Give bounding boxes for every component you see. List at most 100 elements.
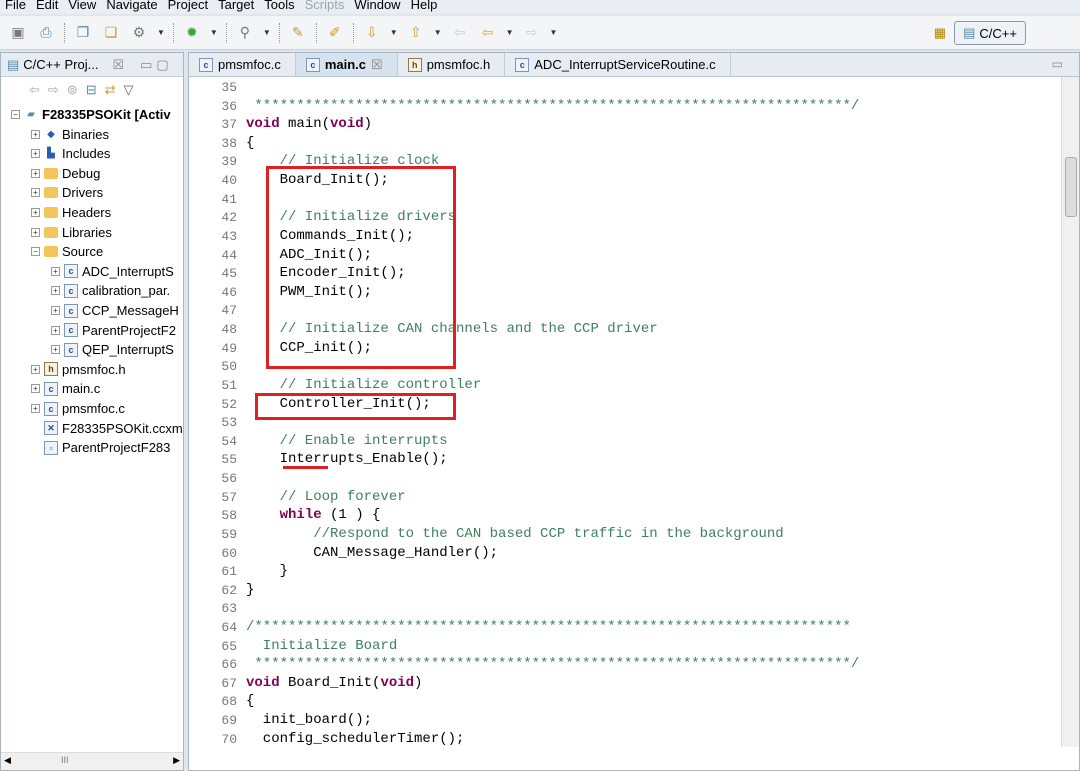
expand-icon[interactable]: + — [31, 208, 40, 217]
line-number: 50 — [221, 359, 237, 375]
minimize-icon[interactable]: ▭ — [140, 57, 152, 73]
close-icon[interactable]: ☒ — [112, 57, 124, 73]
ccxml-file-icon: ✕ — [44, 421, 58, 436]
scroll-right-icon[interactable]: ▶ — [173, 755, 180, 766]
menu-help[interactable]: Help — [406, 0, 443, 14]
horizontal-scrollbar[interactable]: ◀ III ▶ — [1, 752, 183, 770]
tree-item[interactable]: + Drivers — [31, 183, 103, 202]
open-type-icon[interactable]: ✎ — [288, 23, 308, 43]
expand-icon[interactable]: + — [31, 129, 40, 139]
tree-item[interactable]: + c ParentProjectF2 — [51, 321, 176, 340]
minimize-icon[interactable]: ▭ — [1052, 57, 1063, 71]
tree-item[interactable]: + h pmsmfoc.h — [31, 360, 126, 379]
search-icon[interactable]: ⚲ — [235, 23, 255, 43]
print-icon[interactable]: ⎙ — [36, 23, 56, 43]
tree-item[interactable]: + c main.c — [31, 379, 100, 398]
tree-item[interactable]: + ◆ Binaries — [31, 125, 109, 144]
expand-icon[interactable]: + — [31, 384, 40, 394]
code-line: //Respond to the CAN based CCP traffic i… — [246, 525, 784, 542]
next-annotation-icon[interactable]: ⇩ — [362, 23, 382, 43]
expand-icon[interactable]: + — [31, 168, 40, 178]
expand-icon[interactable]: + — [31, 188, 40, 198]
prev-annotation-icon[interactable]: ⇧ — [406, 23, 426, 43]
editor-tab[interactable]: h pmsmfoc.h — [398, 53, 506, 76]
c-file-icon: c — [64, 283, 78, 298]
tree-item-label: pmsmfoc.h — [62, 361, 126, 377]
chevron-down-icon[interactable]: ▼ — [157, 28, 165, 37]
expand-icon[interactable]: + — [31, 364, 40, 374]
scroll-thumb[interactable]: III — [61, 755, 69, 765]
menu-scripts[interactable]: Scripts — [300, 0, 350, 14]
editor-tab[interactable]: c ADC_InterruptServiceRoutine.c — [505, 53, 731, 76]
editor-tab[interactable]: c main.c ☒ — [295, 53, 398, 76]
tree-item[interactable]: + c pmsmfoc.c — [31, 399, 125, 418]
expand-icon[interactable]: + — [31, 149, 40, 159]
expand-icon[interactable]: + — [51, 266, 60, 276]
tree-item[interactable]: + Debug — [31, 164, 100, 183]
code-line: // Loop forever — [246, 488, 406, 505]
chevron-down-icon[interactable]: ▼ — [263, 28, 271, 37]
tree-item[interactable]: + c CCP_MessageH — [51, 301, 179, 320]
line-number: 42 — [221, 210, 237, 226]
menu-tools[interactable]: Tools — [259, 0, 299, 14]
tree-item[interactable]: + c ADC_InterruptS — [51, 262, 174, 281]
chevron-down-icon[interactable]: ▼ — [390, 28, 398, 37]
tree-item[interactable]: + c QEP_InterruptS — [51, 340, 174, 359]
expand-icon[interactable]: + — [51, 325, 60, 335]
maximize-icon[interactable]: ▢ — [156, 57, 168, 73]
chevron-down-icon[interactable]: ▼ — [434, 28, 442, 37]
open-perspective-icon[interactable]: ▦ — [934, 25, 946, 41]
tree-item[interactable]: − Source — [31, 242, 103, 261]
editor-tabs: c pmsmfoc.c c main.c ☒ h pmsmfoc.h c ADC_Interru… — [189, 53, 1079, 77]
tree-item[interactable]: + ▙ Includes — [31, 144, 110, 163]
tree-item[interactable]: ✕ F28335PSOKit.ccxm — [31, 419, 183, 438]
back-icon[interactable]: ⇦ — [478, 23, 498, 43]
debug-icon[interactable]: ✹ — [182, 23, 202, 43]
project-explorer-tab[interactable]: ▤ C/C++ Proj... ☒ ▭ ▢ — [1, 53, 183, 77]
scroll-left-icon[interactable]: ◀ — [4, 755, 11, 766]
link-editor-icon[interactable]: ⇄ — [105, 82, 116, 98]
back-icon[interactable]: ⇦ — [29, 82, 40, 98]
collapse-icon[interactable]: − — [31, 247, 40, 257]
collapse-icon[interactable]: − — [11, 110, 20, 119]
forward-icon[interactable]: ⇨ — [48, 82, 59, 98]
last-edit-icon[interactable]: ⇦ — [450, 23, 470, 43]
line-number: 67 — [221, 675, 237, 691]
tree-item[interactable]: − ▰ F28335PSOKit [Activ — [11, 105, 171, 124]
editor-tab[interactable]: c pmsmfoc.c — [189, 53, 296, 76]
expand-icon[interactable]: + — [51, 286, 60, 296]
expand-icon[interactable]: + — [31, 227, 40, 237]
pen-icon[interactable]: ✐ — [325, 23, 345, 43]
collapse-all-icon[interactable]: ⊟ — [86, 82, 97, 98]
code-line: /***************************************… — [246, 618, 851, 635]
expand-icon[interactable]: + — [31, 404, 40, 413]
import-project-icon[interactable]: ❏ — [101, 23, 121, 43]
close-icon[interactable]: ☒ — [371, 57, 383, 73]
tree-item[interactable]: + Headers — [31, 203, 111, 222]
chevron-down-icon[interactable]: ▼ — [550, 28, 558, 37]
menu-edit[interactable]: Edit — [31, 0, 63, 14]
menu-navigate[interactable]: Navigate — [101, 0, 162, 14]
new-project-icon[interactable]: ❐ — [73, 23, 93, 43]
tree-item[interactable]: ▫ ParentProjectF283 — [31, 438, 170, 457]
tree-item[interactable]: + Libraries — [31, 223, 112, 242]
menu-target[interactable]: Target — [213, 0, 259, 14]
menu-view[interactable]: View — [63, 0, 101, 14]
expand-icon[interactable]: + — [51, 345, 60, 355]
menu-window[interactable]: Window — [349, 0, 405, 14]
perspective-button[interactable]: ▤ C/C++ — [954, 21, 1026, 45]
scroll-thumb[interactable] — [1065, 157, 1077, 217]
view-menu-icon[interactable]: ▽ — [124, 82, 134, 98]
chevron-down-icon[interactable]: ▼ — [506, 28, 514, 37]
up-icon[interactable]: ⊚ — [67, 82, 78, 98]
expand-icon[interactable]: + — [51, 306, 60, 315]
vertical-scrollbar[interactable] — [1061, 77, 1079, 747]
build-icon[interactable]: ⚙ — [129, 23, 149, 43]
menu-project[interactable]: Project — [163, 0, 213, 14]
menu-file[interactable]: File — [0, 0, 31, 14]
tree-item[interactable]: + c calibration_par. — [51, 281, 170, 300]
chevron-down-icon[interactable]: ▼ — [210, 28, 218, 37]
save-icon[interactable]: ▣ — [8, 23, 28, 43]
forward-icon[interactable]: ⇨ — [522, 23, 542, 43]
h-file-icon: h — [44, 362, 58, 377]
